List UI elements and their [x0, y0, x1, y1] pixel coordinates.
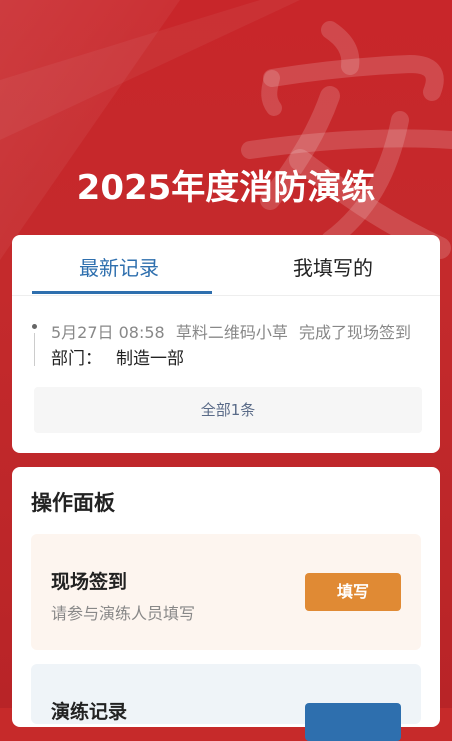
drill-records-button[interactable] [305, 703, 401, 741]
record-summary: 5月27日 08:58 草料二维码小草 完成了现场签到 [51, 319, 417, 343]
action-description: 请参与演练人员填写 [51, 604, 196, 623]
watermark-glyph [241, 21, 452, 259]
timeline-line [34, 333, 35, 366]
fill-button[interactable]: 填写 [305, 573, 401, 611]
record-user: 草料二维码小草 [175, 323, 288, 342]
view-all-button[interactable]: 全部1条 [34, 387, 422, 433]
list-item[interactable]: 5月27日 08:58 草料二维码小草 完成了现场签到 部门： 制造一部 [30, 315, 430, 375]
action-card-signin[interactable]: 现场签到 请参与演练人员填写 填写 [31, 534, 421, 650]
record-action: 完成了现场签到 [298, 323, 411, 342]
action-name: 演练记录 [51, 701, 128, 723]
record-department: 部门： 制造一部 [51, 344, 184, 369]
action-card-drill-records[interactable]: 演练记录 [31, 664, 421, 741]
action-name: 现场签到 [51, 571, 128, 593]
record-time: 5月27日 08:58 [51, 323, 165, 342]
timeline-dot-icon [32, 324, 37, 329]
operation-panel: 操作面板 现场签到 请参与演练人员填写 填写 演练记录 [12, 467, 440, 741]
panel-title: 操作面板 [31, 491, 115, 515]
active-tab-indicator [32, 291, 212, 294]
tab-latest-records[interactable]: 最新记录 [12, 235, 226, 295]
tab-my-submissions[interactable]: 我填写的 [226, 235, 440, 295]
record-dept-label: 部门： [51, 349, 102, 369]
page-title: 2025年度消防演练 [76, 168, 376, 208]
record-dept-value: 制造一部 [116, 349, 184, 369]
records-card: 最新记录 我填写的 5月27日 08:58 草料二维码小草 完成了现场签到 部门… [12, 235, 440, 453]
record-tabs: 最新记录 我填写的 [12, 235, 440, 296]
